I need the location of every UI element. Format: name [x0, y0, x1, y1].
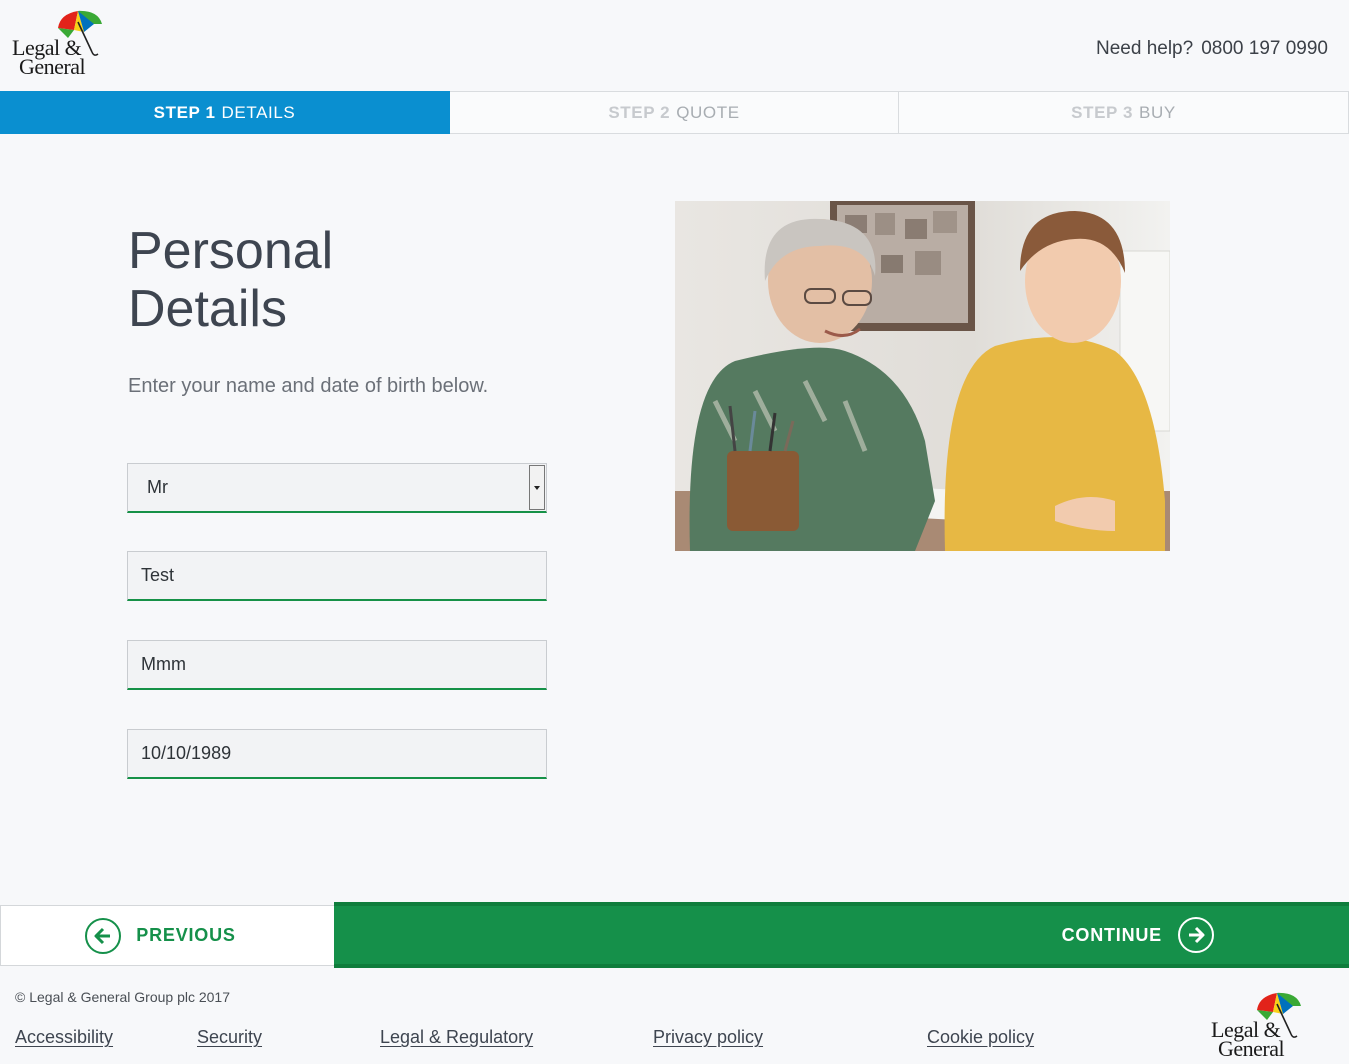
- footer-link-legal-regulatory[interactable]: Legal & Regulatory: [380, 1027, 533, 1048]
- first-name-value: Test: [141, 565, 175, 585]
- footer-legal-general-logo: Legal & General: [1209, 990, 1309, 1064]
- progress-steps: STEP 1 DETAILS STEP 2 QUOTE STEP 3 BUY: [0, 91, 1349, 134]
- step-prefix: STEP 3: [1071, 102, 1134, 122]
- continue-button[interactable]: CONTINUE: [334, 902, 1349, 968]
- page-header: Legal & General Need help? 0800 197 0990: [0, 0, 1349, 91]
- help-contact: Need help? 0800 197 0990: [1096, 38, 1328, 60]
- previous-button[interactable]: PREVIOUS: [0, 905, 337, 966]
- footer-link-accessibility[interactable]: Accessibility: [15, 1027, 113, 1048]
- title-select-value: Mr: [147, 477, 168, 497]
- step-prefix: STEP 2: [608, 102, 671, 122]
- step-buy[interactable]: STEP 3 BUY: [899, 91, 1349, 134]
- help-label: Need help?: [1096, 38, 1194, 59]
- help-phone[interactable]: 0800 197 0990: [1201, 38, 1328, 59]
- arrow-left-icon: [85, 917, 122, 954]
- step-details[interactable]: STEP 1 DETAILS: [0, 91, 450, 134]
- continue-label: CONTINUE: [1061, 924, 1162, 945]
- first-name-input[interactable]: Test: [127, 551, 547, 601]
- arrow-right-icon: [1178, 917, 1214, 953]
- chevron-down-icon[interactable]: [529, 465, 545, 510]
- legal-general-logo[interactable]: Legal & General: [10, 8, 105, 80]
- intro-text: Enter your name and date of birth below.: [128, 375, 489, 397]
- step-name: BUY: [1139, 102, 1176, 122]
- date-of-birth-input[interactable]: 10/10/1989: [127, 729, 547, 779]
- title-line2: Details: [128, 280, 287, 338]
- footer-link-cookie-policy[interactable]: Cookie policy: [927, 1027, 1034, 1048]
- last-name-input[interactable]: Mmm: [127, 640, 547, 690]
- previous-label: PREVIOUS: [136, 925, 236, 945]
- copyright-text: © Legal & General Group plc 2017: [15, 989, 231, 1005]
- family-photo: [675, 201, 1170, 551]
- step-name: DETAILS: [221, 102, 296, 122]
- last-name-value: Mmm: [141, 654, 186, 674]
- title-select[interactable]: Mr: [127, 463, 547, 513]
- title-line1: Personal: [128, 222, 334, 280]
- step-name: QUOTE: [676, 102, 740, 122]
- page-title: Personal Details: [128, 222, 428, 338]
- footer-link-privacy-policy[interactable]: Privacy policy: [653, 1027, 763, 1048]
- footer-link-security[interactable]: Security: [197, 1027, 262, 1048]
- logo-line2: General: [19, 54, 86, 79]
- dob-value: 10/10/1989: [141, 743, 232, 763]
- step-quote[interactable]: STEP 2 QUOTE: [450, 91, 899, 134]
- logo-line2: General: [1218, 1036, 1285, 1061]
- step-prefix: STEP 1: [153, 102, 216, 122]
